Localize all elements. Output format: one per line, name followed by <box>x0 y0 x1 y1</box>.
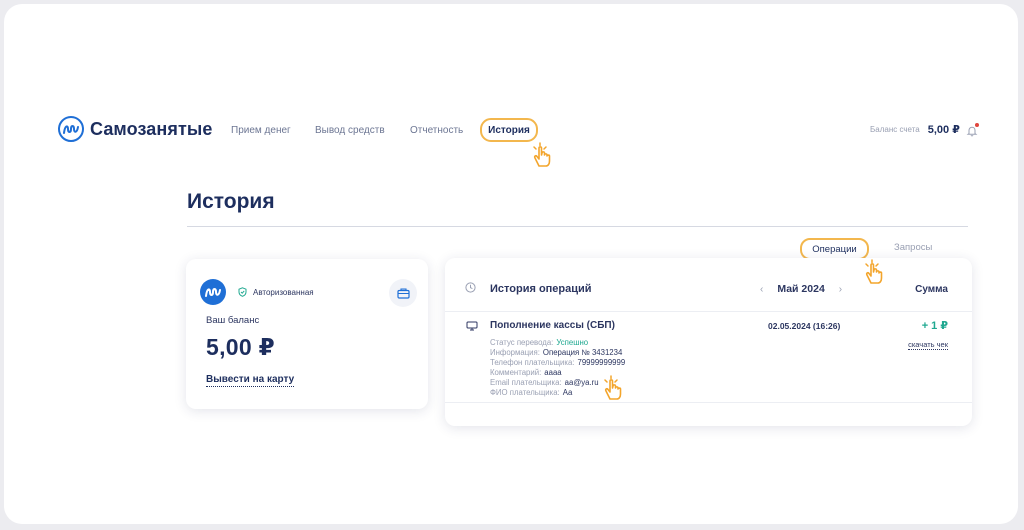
tab-operations[interactable]: Операции <box>800 238 869 260</box>
detail-row: Статус перевода: Успешно <box>490 338 589 347</box>
balance-card: Авторизованная Ваш баланс 5,00 ₽ Вывести… <box>186 259 428 409</box>
logo-text: Самозанятые <box>90 118 213 139</box>
bell-icon[interactable] <box>966 122 979 136</box>
logo-icon <box>58 116 84 142</box>
history-tabs: Операции Запросы <box>782 238 972 261</box>
tab-requests[interactable]: Запросы <box>894 242 932 253</box>
history-title: История операций <box>490 283 592 295</box>
status-badge: Авторизованная <box>238 287 314 297</box>
hand-pointer-icon <box>604 375 622 400</box>
nav-item-reports[interactable]: Отчетность <box>410 125 463 136</box>
history-header: История операций ‹ Май 2024 › Сумма <box>445 258 972 312</box>
header-balance-label: Баланс счета <box>870 125 920 134</box>
status-text: Авторизованная <box>253 287 314 297</box>
next-month-button[interactable]: › <box>839 284 842 295</box>
header-balance: Баланс счета 5,00 ₽ <box>870 122 979 136</box>
month-selector: ‹ Май 2024 › <box>760 283 842 295</box>
logo[interactable]: Самозанятые <box>58 116 212 142</box>
balance-label: Ваш баланс <box>206 315 260 326</box>
sum-header: Сумма <box>915 284 948 295</box>
operation-date: 02.05.2024 (16:26) <box>768 321 841 331</box>
wallet-icon[interactable] <box>389 279 417 307</box>
avatar <box>200 279 226 305</box>
nav-item-history[interactable]: История <box>480 118 538 142</box>
balance-amount: 5,00 ₽ <box>206 334 275 360</box>
clock-icon <box>465 282 476 293</box>
shield-icon <box>238 287 247 297</box>
hand-pointer-icon <box>865 259 883 284</box>
operation-amount: + 1 ₽ <box>921 320 948 332</box>
operation-title[interactable]: Пополнение кассы (СБП) <box>490 320 615 331</box>
hand-pointer-icon <box>533 142 551 167</box>
page-title: История <box>187 190 275 213</box>
detail-row: Телефон плательщика: 79999999999 <box>490 358 626 367</box>
divider <box>187 226 968 227</box>
month-label: Май 2024 <box>777 283 825 295</box>
terminal-icon <box>466 321 478 331</box>
withdraw-to-card-link[interactable]: Вывести на карту <box>206 374 295 387</box>
prev-month-button[interactable]: ‹ <box>760 284 763 295</box>
download-receipt-link[interactable]: скачать чек <box>908 340 948 350</box>
history-panel: История операций ‹ Май 2024 › Сумма Попо… <box>445 258 972 426</box>
detail-row: Информация: Операция № 3431234 <box>490 348 623 357</box>
header-balance-value: 5,00 ₽ <box>927 124 960 136</box>
row-divider <box>445 402 972 403</box>
nav-item-receive[interactable]: Прием денег <box>231 125 291 136</box>
nav-item-withdraw[interactable]: Вывод средств <box>315 125 385 136</box>
